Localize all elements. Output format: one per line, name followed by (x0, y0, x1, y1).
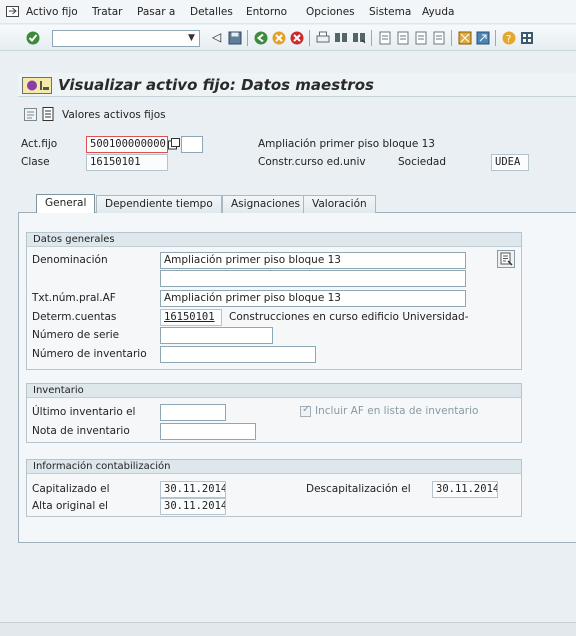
serial-number-label: Número de serie (32, 329, 120, 341)
main-number-text-label: Txt.núm.pral.AF (32, 292, 116, 304)
collapse-arrow-icon[interactable]: ◁ (212, 30, 221, 44)
checkbox-box[interactable] (300, 404, 311, 417)
tab-dependiente-tiempo[interactable]: Dependiente tiempo (96, 195, 222, 213)
tab-asignaciones[interactable]: Asignaciones (222, 195, 310, 213)
save-icon[interactable] (228, 31, 242, 45)
shortcut-icon[interactable] (476, 31, 490, 45)
asset-values-icon[interactable] (42, 107, 55, 121)
application-toolbar: Valores activos fijos (18, 104, 576, 126)
account-determination-text: Construcciones en curso edificio Univers… (229, 311, 469, 323)
asset-number-label: Act.fijo (21, 138, 58, 150)
standard-toolbar: ▼ ◁ ? (0, 25, 576, 51)
menu-detalles[interactable]: Detalles (190, 6, 233, 18)
command-history-dropdown-icon[interactable]: ▼ (188, 33, 195, 43)
first-acquisition-field[interactable]: 30.11.2014 (160, 498, 226, 515)
asset-description-text: Ampliación primer piso bloque 13 (258, 138, 435, 150)
first-acquisition-label: Alta original el (32, 500, 108, 512)
menu-tratar[interactable]: Tratar (92, 6, 123, 18)
cancel-icon[interactable] (290, 31, 304, 45)
back-icon[interactable] (254, 31, 268, 45)
exit-icon[interactable] (272, 31, 286, 45)
new-session-icon[interactable] (458, 31, 472, 45)
inventory-number-label: Número de inventario (32, 348, 147, 360)
enter-checkmark-icon[interactable] (26, 31, 40, 45)
previous-page-icon[interactable] (396, 31, 410, 45)
serial-number-field[interactable] (160, 327, 273, 344)
group-title: Información contabilización (27, 460, 521, 474)
asset-display-icon (22, 77, 52, 94)
page-title: Visualizar activo fijo: Datos maestros (58, 76, 374, 94)
menu-ayuda[interactable]: Ayuda (422, 6, 454, 18)
description-label: Denominación (32, 254, 108, 266)
customize-layout-icon[interactable] (520, 31, 534, 45)
asset-values-button[interactable]: Valores activos fijos (62, 109, 166, 121)
class-field[interactable]: 16150101 (86, 154, 168, 171)
class-label: Clase (21, 156, 50, 168)
inventory-note-label: Nota de inventario (32, 425, 130, 437)
status-bar (0, 622, 576, 636)
menu-activo-fijo[interactable]: Activo fijo (26, 6, 78, 18)
menu-sistema[interactable]: Sistema (369, 6, 411, 18)
group-title: Datos generales (27, 233, 521, 247)
asset-sub-number-field[interactable] (181, 136, 203, 153)
last-inventory-field[interactable] (160, 404, 226, 421)
first-page-icon[interactable] (378, 31, 392, 45)
menu-pasar-a[interactable]: Pasar a (137, 6, 175, 18)
menu-entorno[interactable]: Entorno (246, 6, 287, 18)
svg-text:?: ? (506, 34, 511, 45)
print-icon[interactable] (316, 31, 330, 45)
company-code-label: Sociedad (398, 156, 447, 168)
copy-sub-number-icon[interactable] (168, 138, 180, 150)
asset-number-field[interactable]: 500100000000 (86, 136, 168, 153)
capitalized-on-field[interactable]: 30.11.2014 (160, 481, 226, 498)
menu-opciones[interactable]: Opciones (306, 6, 355, 18)
class-description-text: Constr.curso ed.univ (258, 156, 366, 168)
deactivation-on-field[interactable]: 30.11.2014 (432, 481, 498, 498)
account-determination-label: Determ.cuentas (32, 311, 117, 323)
last-page-icon[interactable] (432, 31, 446, 45)
group-title: Inventario (27, 384, 521, 398)
next-page-icon[interactable] (414, 31, 428, 45)
company-code-field[interactable]: UDEA (491, 154, 529, 171)
inventory-number-field[interactable] (160, 346, 316, 363)
other-asset-icon[interactable] (24, 108, 37, 121)
description-field[interactable]: Ampliación primer piso bloque 13 (160, 252, 466, 269)
deactivation-on-label: Descapitalización el (306, 483, 411, 495)
last-inventory-label: Último inventario el (32, 406, 136, 418)
account-determination-field[interactable]: 16150101 (160, 309, 222, 326)
help-icon[interactable]: ? (502, 31, 516, 45)
long-text-icon[interactable] (497, 250, 515, 268)
tab-general[interactable]: General (36, 194, 96, 214)
capitalized-on-label: Capitalizado el (32, 483, 110, 495)
find-next-icon[interactable] (352, 31, 366, 45)
description-field-2[interactable] (160, 270, 466, 287)
tab-valoracion[interactable]: Valoración (303, 195, 376, 213)
main-number-text-field[interactable]: Ampliación primer piso bloque 13 (160, 290, 466, 307)
system-menu-icon[interactable] (6, 6, 19, 17)
menu-bar: Activo fijo Tratar Pasar a Detalles Ento… (0, 0, 576, 24)
command-field[interactable] (52, 30, 200, 47)
include-in-inventory-label: Incluir AF en lista de inventario (315, 405, 479, 417)
find-icon[interactable] (334, 31, 348, 45)
inventory-note-field[interactable] (160, 423, 256, 440)
